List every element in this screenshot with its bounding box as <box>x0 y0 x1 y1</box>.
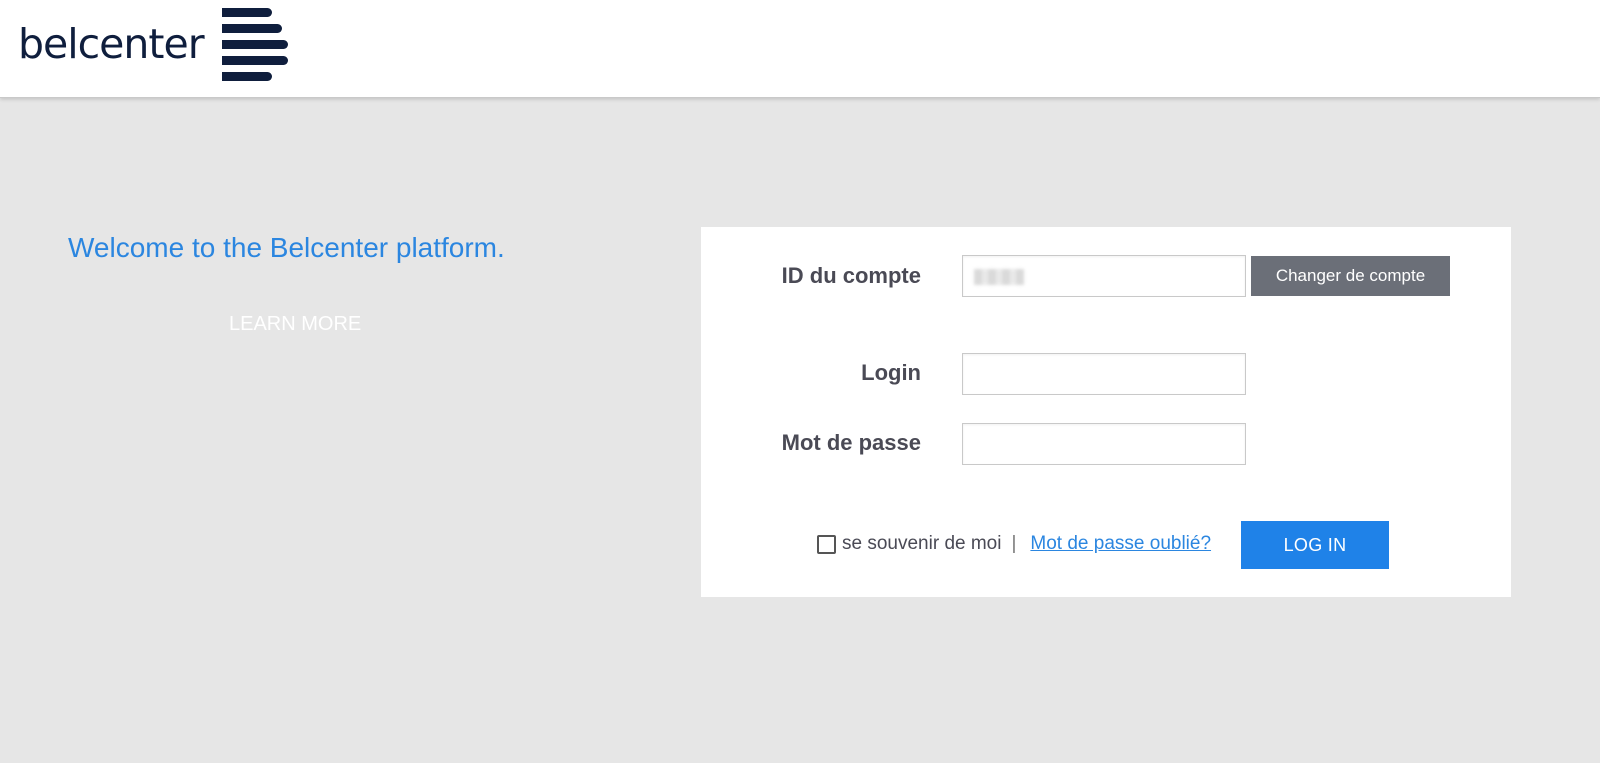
account-id-field[interactable] <box>962 255 1246 297</box>
remember-me-label[interactable]: se souvenir de moi <box>842 533 1001 555</box>
forgot-password-link[interactable]: Mot de passe oublié? <box>1030 533 1211 555</box>
log-in-button[interactable]: LOG IN <box>1241 521 1389 569</box>
login-input[interactable] <box>962 353 1246 395</box>
password-label: Mot de passe <box>781 430 921 455</box>
remember-row: se souvenir de moi | Mot de passe oublié… <box>817 533 1211 555</box>
logo-text: belcenter <box>18 20 205 68</box>
password-input[interactable] <box>962 423 1246 465</box>
redacted-account-id <box>974 269 1024 285</box>
account-id-label: ID du compte <box>781 263 921 288</box>
learn-more-link[interactable]: LEARN MORE <box>229 313 361 336</box>
welcome-title: Welcome to the Belcenter platform. <box>68 232 505 263</box>
login-label: Login <box>861 360 921 385</box>
remember-me-checkbox[interactable] <box>817 534 836 554</box>
top-header: belcenter <box>0 0 1600 98</box>
belcenter-logo[interactable]: belcenter <box>18 6 288 88</box>
login-panel: ID du compte Changer de compte Login Mot… <box>701 227 1511 597</box>
stacked-bars-logo-icon <box>221 6 288 88</box>
change-account-button[interactable]: Changer de compte <box>1251 256 1450 296</box>
separator: | <box>1011 533 1017 554</box>
